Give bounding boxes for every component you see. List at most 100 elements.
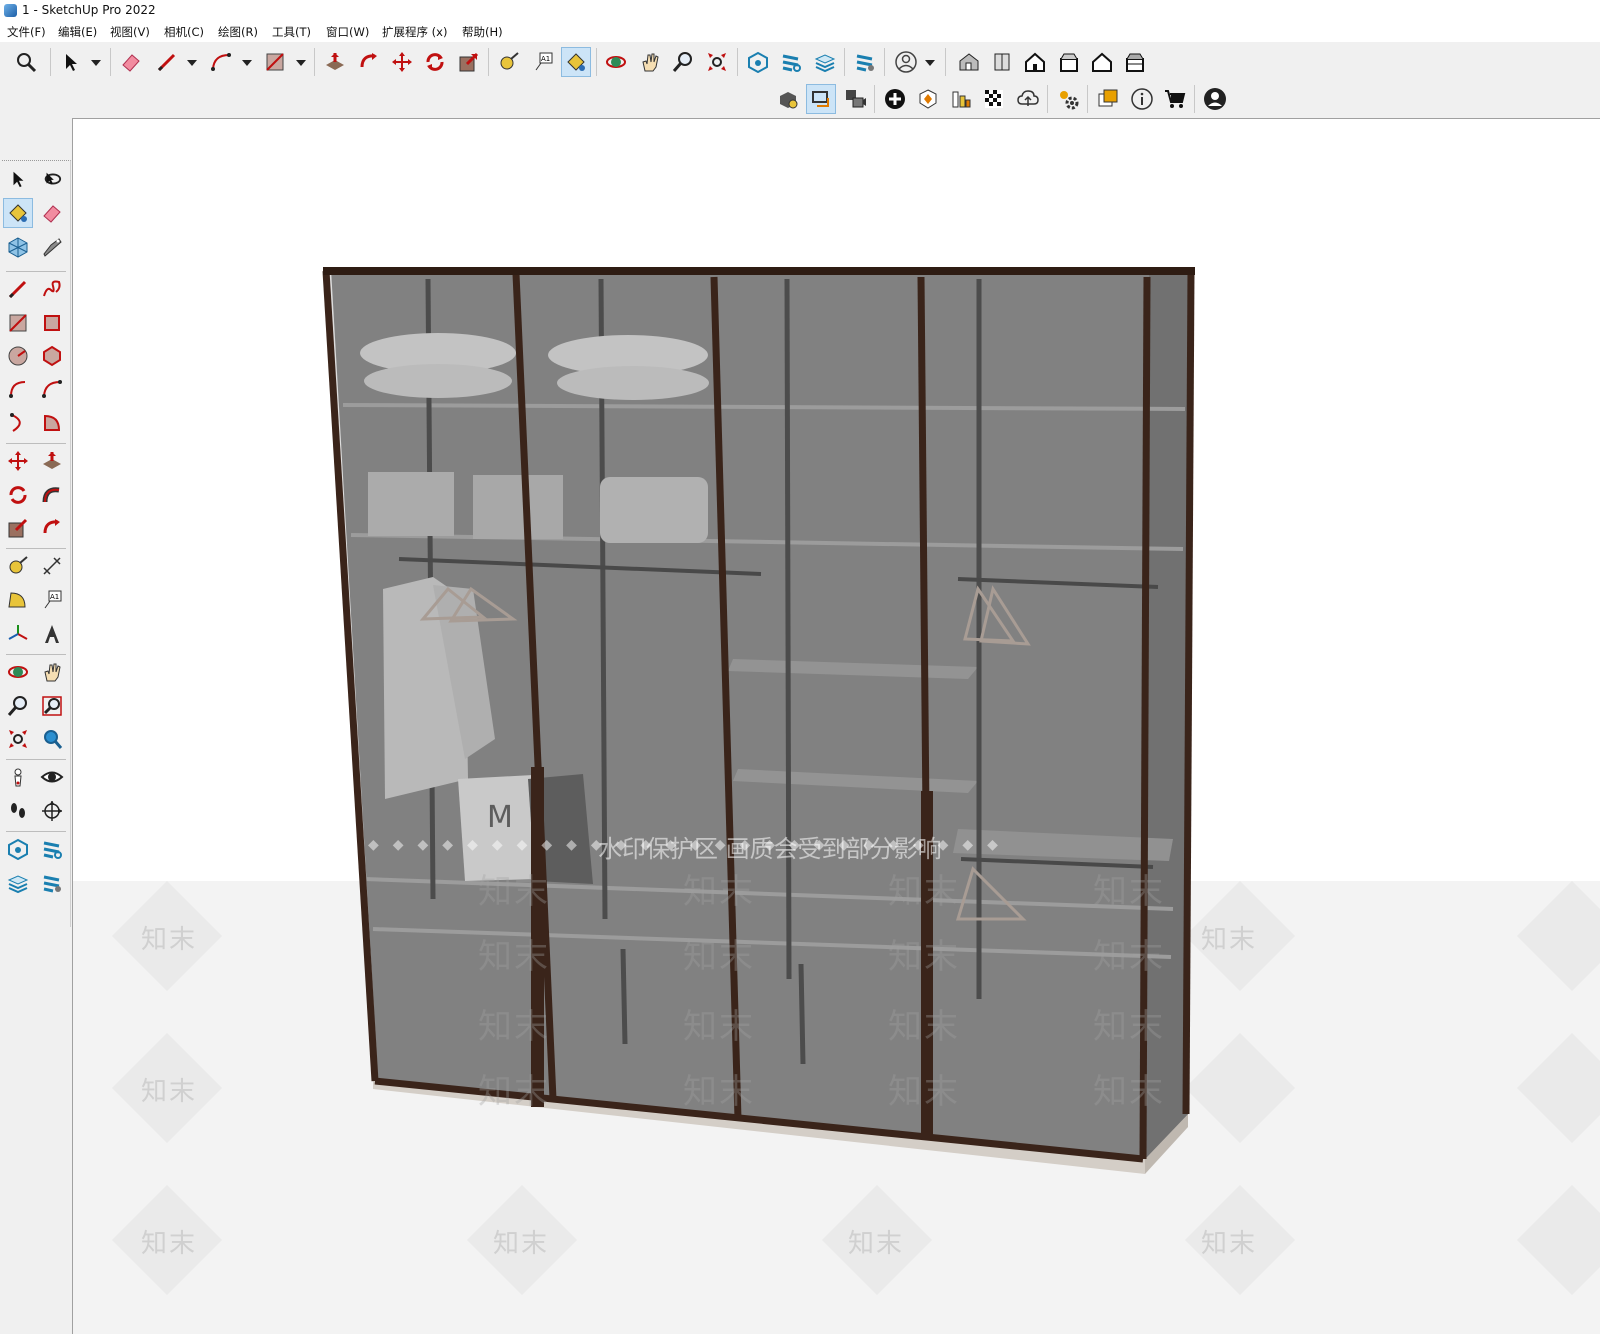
info-icon[interactable] [1128, 85, 1156, 113]
text-icon[interactable]: A1 [38, 586, 66, 614]
pencil-dropdown-icon[interactable] [187, 60, 197, 66]
section-icon[interactable] [806, 84, 836, 114]
shadows-icon[interactable] [947, 85, 975, 113]
rotated-rectangle-icon[interactable] [38, 309, 66, 337]
model-viewport[interactable]: M ◆◆◆◆◆◆◆◆◆◆◆◆◆◆◆◆◆◆◆◆◆◆◆◆◆◆ 水印保护区 画质会受到… [72, 118, 1600, 1334]
pan-icon[interactable] [38, 658, 66, 686]
follow-me-icon[interactable] [38, 481, 66, 509]
rectangle-icon[interactable] [261, 48, 289, 76]
move-icon[interactable] [4, 447, 32, 475]
push-pull-icon[interactable] [321, 48, 349, 76]
top-view-icon[interactable] [988, 48, 1016, 76]
scale-icon[interactable] [455, 48, 483, 76]
walk-icon[interactable] [4, 797, 32, 825]
arc-icon[interactable] [4, 375, 32, 403]
text-icon[interactable]: A1 [529, 48, 557, 76]
menu-camera[interactable]: 相机(C) [164, 24, 204, 40]
left-view-icon[interactable] [1121, 48, 1149, 76]
paint-bucket-icon[interactable] [3, 198, 33, 228]
right-view-icon[interactable] [1055, 48, 1083, 76]
styles-icon[interactable] [914, 85, 942, 113]
orbit-icon[interactable] [602, 48, 630, 76]
line-icon[interactable] [4, 275, 32, 303]
extension-manager-icon[interactable] [38, 869, 66, 897]
profile-icon[interactable] [1201, 85, 1229, 113]
menu-file[interactable]: 文件(F) [7, 24, 46, 40]
eraser-icon[interactable] [117, 48, 145, 76]
watermark-logo-text: 知末 [478, 872, 550, 912]
orbit-lasso-icon[interactable] [38, 165, 66, 193]
rotate-icon[interactable] [421, 48, 449, 76]
pencil-icon[interactable] [153, 48, 181, 76]
menu-view[interactable]: 视图(V) [110, 24, 150, 40]
layout-icon[interactable] [811, 48, 839, 76]
eraser-icon[interactable] [38, 199, 66, 227]
rectangle-icon[interactable] [4, 309, 32, 337]
settings-icon[interactable] [1054, 85, 1082, 113]
add-location-icon[interactable] [881, 85, 909, 113]
rotate-icon[interactable] [4, 481, 32, 509]
push-pull-icon[interactable] [38, 447, 66, 475]
zoom-extents-icon[interactable] [4, 725, 32, 753]
account-dropdown-icon[interactable] [925, 60, 935, 66]
extension-manager-icon[interactable] [851, 48, 879, 76]
select-icon[interactable] [4, 165, 32, 193]
scale-icon[interactable] [4, 514, 32, 542]
fog-icon[interactable] [980, 85, 1008, 113]
pan-icon[interactable] [636, 48, 664, 76]
menu-extensions[interactable]: 扩展程序 (x) [382, 24, 447, 40]
cart-icon[interactable] [1161, 85, 1189, 113]
section-plane-icon[interactable] [38, 797, 66, 825]
front-view-icon[interactable] [1021, 48, 1049, 76]
tape-measure-icon[interactable] [495, 48, 523, 76]
pie-icon[interactable] [38, 409, 66, 437]
account-icon[interactable] [892, 48, 920, 76]
three-point-arc-icon[interactable] [4, 409, 32, 437]
menu-tools[interactable]: 工具(T) [272, 24, 311, 40]
zoom-icon[interactable] [4, 692, 32, 720]
select-dropdown-icon[interactable] [91, 60, 101, 66]
zoom-window-icon[interactable] [38, 692, 66, 720]
arc-dropdown-icon[interactable] [242, 60, 252, 66]
position-camera-icon[interactable] [4, 763, 32, 791]
move-icon[interactable] [388, 48, 416, 76]
protractor-icon[interactable] [4, 586, 32, 614]
extension-warehouse-icon[interactable] [38, 835, 66, 863]
components-icon[interactable] [1094, 85, 1122, 113]
3d-text-icon[interactable] [38, 620, 66, 648]
select-icon[interactable] [57, 48, 85, 76]
sandbox-icon[interactable] [774, 85, 802, 113]
follow-me-icon[interactable] [355, 48, 383, 76]
previous-view-icon[interactable] [38, 725, 66, 753]
iso-view-icon[interactable] [955, 48, 983, 76]
tape-measure-icon[interactable] [4, 552, 32, 580]
menu-help[interactable]: 帮助(H) [462, 24, 503, 40]
two-point-arc-icon[interactable] [38, 375, 66, 403]
paint-bucket-icon[interactable] [561, 47, 591, 77]
arc-icon[interactable] [207, 48, 235, 76]
freehand-icon[interactable] [38, 275, 66, 303]
axes-icon[interactable] [4, 620, 32, 648]
dimension-icon[interactable] [38, 552, 66, 580]
cloud-icon[interactable] [1014, 85, 1042, 113]
look-around-icon[interactable] [38, 763, 66, 791]
polygon-icon[interactable] [38, 342, 66, 370]
zoom-icon[interactable] [669, 48, 697, 76]
menu-edit[interactable]: 编辑(E) [58, 24, 97, 40]
zoom-extents-icon[interactable] [703, 48, 731, 76]
extension-warehouse-icon[interactable] [777, 48, 805, 76]
component-icon[interactable] [4, 233, 32, 261]
orbit-icon[interactable] [4, 658, 32, 686]
menu-draw[interactable]: 绘图(R) [218, 24, 258, 40]
rectangle-dropdown-icon[interactable] [296, 60, 306, 66]
warehouse-icon[interactable] [744, 48, 772, 76]
zoom-window-icon[interactable] [12, 48, 40, 76]
circle-icon[interactable] [4, 342, 32, 370]
warehouse-icon[interactable] [4, 835, 32, 863]
menu-window[interactable]: 窗口(W) [326, 24, 369, 40]
layout-icon[interactable] [4, 869, 32, 897]
scenes-icon[interactable] [841, 85, 869, 113]
offset-icon[interactable] [38, 514, 66, 542]
back-view-icon[interactable] [1088, 48, 1116, 76]
tag-icon[interactable] [38, 233, 66, 261]
